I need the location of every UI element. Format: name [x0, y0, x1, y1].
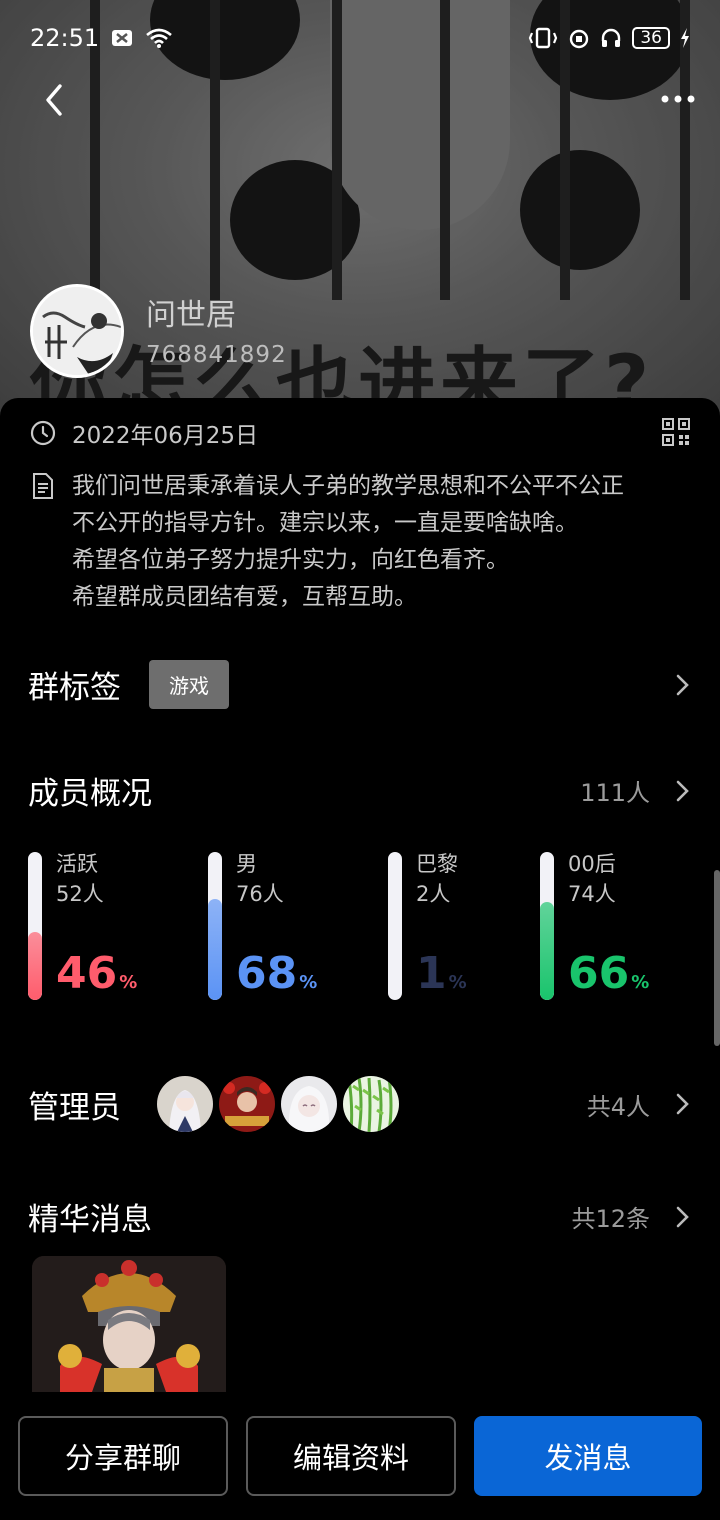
stat-percent: 46% — [56, 950, 137, 1007]
stat-fill — [28, 931, 42, 1000]
stat-count: 74人 — [568, 882, 616, 906]
qr-code-icon[interactable] — [662, 418, 690, 446]
send-message-button[interactable]: 发消息 — [474, 1416, 702, 1496]
stat-percent-unit: % — [299, 972, 318, 993]
description-line: 希望各位弟子努力提升实力，向红色看齐。 — [72, 547, 509, 573]
share-group-button[interactable]: 分享群聊 — [18, 1416, 228, 1496]
wifi-icon — [146, 28, 173, 48]
status-time: 22:51 — [30, 24, 100, 52]
charging-icon — [681, 28, 689, 48]
stat-count: 52人 — [56, 882, 104, 906]
admin-avatar[interactable] — [343, 1076, 399, 1132]
stat-bar — [388, 852, 402, 1000]
description-line: 我们问世居秉承着误人子弟的教学思想和不公平不公正 — [72, 473, 624, 499]
member-total: 111人 — [580, 779, 650, 807]
stat-label: 男 — [236, 852, 257, 876]
group-tags-title: 群标签 — [28, 670, 121, 706]
stat-percent-unit: % — [448, 972, 467, 993]
essence-message-thumbnail[interactable] — [32, 1256, 226, 1392]
essence-messages-title: 精华消息 — [28, 1202, 152, 1238]
essence-messages-row[interactable]: 精华消息 共12条 — [28, 1194, 692, 1239]
stat-bar — [208, 852, 222, 1000]
document-icon — [33, 473, 53, 499]
stat-percent: 66% — [568, 950, 649, 1007]
admins-row[interactable]: 管理员 共4人 — [28, 1076, 692, 1132]
stat-percent: 68% — [236, 950, 317, 1007]
stat-percent-value: 1 — [416, 948, 447, 999]
admins-count: 共4人 — [586, 1092, 650, 1121]
stat-label: 巴黎 — [416, 852, 458, 876]
stat-active: 活跃 52人 46% — [28, 848, 188, 1000]
stat-fill — [208, 899, 222, 1000]
chevron-right-icon — [676, 674, 689, 695]
chevron-right-icon — [676, 1206, 689, 1227]
created-date: 2022年06月25日 — [72, 423, 259, 449]
chevron-right-icon — [676, 780, 689, 801]
back-button[interactable] — [36, 80, 76, 120]
stat-label: 00后 — [568, 852, 616, 876]
edit-profile-button[interactable]: 编辑资料 — [246, 1416, 456, 1496]
stat-bar — [28, 852, 42, 1000]
bottom-action-bar: 分享群聊 编辑资料 发消息 — [0, 1398, 720, 1520]
tag-chip-game[interactable]: 游戏 — [149, 660, 229, 709]
stat-percent-value: 66 — [568, 948, 630, 999]
description-line: 希望群成员团结有爱，互帮互助。 — [72, 584, 417, 610]
admin-avatar[interactable] — [219, 1076, 275, 1132]
group-info-panel: 2022年06月25日 我们问世居秉承着误人子弟的教学思想和不公平不公正 不公开… — [0, 398, 720, 1520]
stat-bar — [540, 852, 554, 1000]
more-options-button[interactable] — [658, 84, 698, 114]
admin-avatar[interactable] — [281, 1076, 337, 1132]
group-avatar[interactable] — [30, 284, 124, 378]
headphones-icon — [602, 28, 621, 47]
vibrate-icon — [529, 27, 558, 49]
group-tags-row[interactable]: 群标签 游戏 — [28, 660, 692, 709]
alarm-icon — [570, 29, 589, 49]
stat-count: 76人 — [236, 882, 284, 906]
stat-percent-value: 46 — [56, 948, 118, 999]
member-stats: 活跃 52人 46% 男 76人 68% 巴黎 2人 1% 00后 74人 66… — [28, 848, 708, 1008]
description-line: 不公开的指导方针。建宗以来，一直是要啥缺啥。 — [72, 510, 578, 536]
group-id: 768841892 — [146, 342, 287, 368]
member-overview-row[interactable]: 成员概况 111人 — [28, 768, 692, 813]
admin-avatar[interactable] — [157, 1076, 213, 1132]
stat-percent-unit: % — [119, 972, 138, 993]
stat-percent-value: 68 — [236, 948, 298, 999]
clock-icon — [30, 420, 56, 446]
stat-age: 00后 74人 66% — [540, 848, 700, 1000]
group-description: 我们问世居秉承着误人子弟的教学思想和不公平不公正 不公开的指导方针。建宗以来，一… — [30, 468, 690, 616]
stat-percent-unit: % — [631, 972, 650, 993]
member-overview-title: 成员概况 — [28, 776, 152, 812]
status-bar: 22:51 36 — [0, 0, 720, 76]
stat-fill — [540, 902, 554, 1000]
group-name: 问世居 — [146, 298, 236, 333]
essence-count: 共12条 — [571, 1205, 650, 1233]
chevron-right-icon — [676, 1093, 689, 1115]
stat-location: 巴黎 2人 1% — [388, 848, 548, 1000]
admin-avatars — [157, 1076, 399, 1132]
admins-title: 管理员 — [28, 1089, 121, 1126]
stat-count: 2人 — [416, 882, 451, 906]
stat-male: 男 76人 68% — [208, 848, 368, 1000]
notification-icon — [112, 30, 133, 46]
created-date-row: 2022年06月25日 — [30, 416, 258, 450]
stat-label: 活跃 — [56, 852, 98, 876]
stat-percent: 1% — [416, 950, 467, 1007]
battery-indicator: 36 — [632, 27, 670, 49]
scrollbar[interactable] — [714, 870, 720, 1046]
